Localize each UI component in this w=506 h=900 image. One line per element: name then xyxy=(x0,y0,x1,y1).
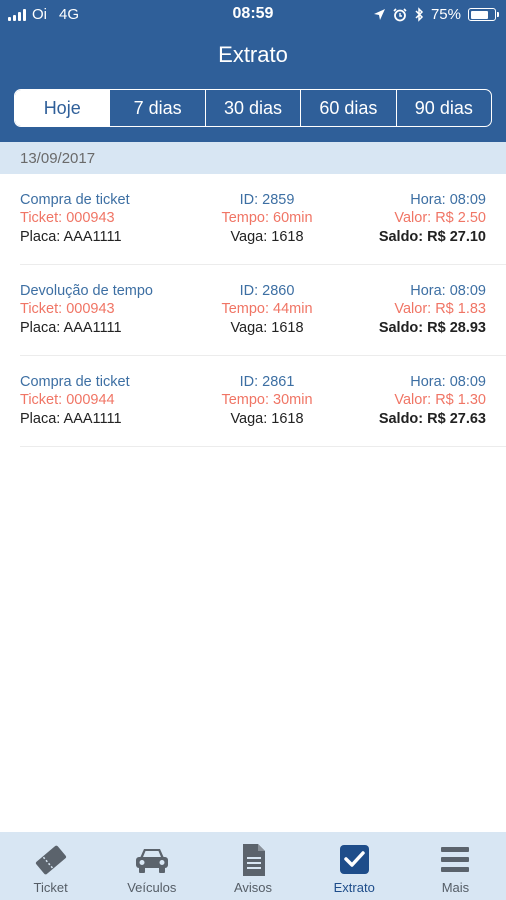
segment-60-dias[interactable]: 60 dias xyxy=(300,90,395,126)
page-title: Extrato xyxy=(218,42,288,67)
date-section-header: 13/09/2017 xyxy=(0,142,506,174)
amount: Valor: R$ 2.50 xyxy=(394,210,486,226)
tab-label: Veículos xyxy=(127,880,177,895)
alarm-icon xyxy=(393,7,407,21)
balance: Saldo: R$ 27.10 xyxy=(378,229,486,245)
location-icon xyxy=(373,9,385,20)
transaction-row[interactable]: Devolução de tempo ID: 2860 Hora: 08:09 … xyxy=(20,265,506,356)
tab-bar: Ticket Veículos Avisos Extrato Mais xyxy=(0,832,506,900)
balance: Saldo: R$ 28.93 xyxy=(378,320,486,336)
amount: Valor: R$ 1.83 xyxy=(394,301,486,317)
tab-mais[interactable]: Mais xyxy=(405,832,506,900)
tab-extrato[interactable]: Extrato xyxy=(304,832,405,900)
tab-label: Avisos xyxy=(233,880,273,895)
transaction-row[interactable]: Compra de ticket ID: 2859 Hora: 08:09 Ti… xyxy=(20,174,506,265)
transaction-row[interactable]: Compra de ticket ID: 2861 Hora: 08:09 Ti… xyxy=(20,356,506,447)
checkbox-icon xyxy=(340,845,370,874)
header-bar: Oi 4G 08:59 75% Extrato Hoje 7 dias 30 d… xyxy=(0,0,506,142)
tab-label: Ticket xyxy=(33,880,68,895)
tab-ticket[interactable]: Ticket xyxy=(0,832,101,900)
transaction-time: Hora: 08:09 xyxy=(410,192,486,208)
battery-percent: 75% xyxy=(430,6,461,23)
period-segmented-control: Hoje 7 dias 30 dias 60 dias 90 dias xyxy=(14,89,492,127)
balance: Saldo: R$ 27.63 xyxy=(378,411,486,427)
menu-icon xyxy=(441,847,470,872)
tab-label: Mais xyxy=(441,880,470,895)
segment-30-dias[interactable]: 30 dias xyxy=(204,90,300,126)
tab-label: Extrato xyxy=(333,880,375,895)
tab-veiculos[interactable]: Veículos xyxy=(101,832,202,900)
transaction-time: Hora: 08:09 xyxy=(410,374,486,390)
status-right: 75% xyxy=(373,6,499,23)
document-icon xyxy=(243,844,265,876)
ticket-icon xyxy=(35,845,66,875)
car-icon xyxy=(135,849,168,873)
battery-icon xyxy=(468,8,499,21)
transaction-list: Compra de ticket ID: 2859 Hora: 08:09 Ti… xyxy=(0,174,506,447)
bluetooth-icon xyxy=(415,7,424,22)
status-bar: Oi 4G 08:59 75% xyxy=(0,0,506,30)
tab-avisos[interactable]: Avisos xyxy=(202,832,303,900)
segment-hoje[interactable]: Hoje xyxy=(15,90,110,126)
segment-90-dias[interactable]: 90 dias xyxy=(395,90,491,126)
transaction-time: Hora: 08:09 xyxy=(410,283,486,299)
amount: Valor: R$ 1.30 xyxy=(394,392,486,408)
segment-7-dias[interactable]: 7 dias xyxy=(109,90,204,126)
